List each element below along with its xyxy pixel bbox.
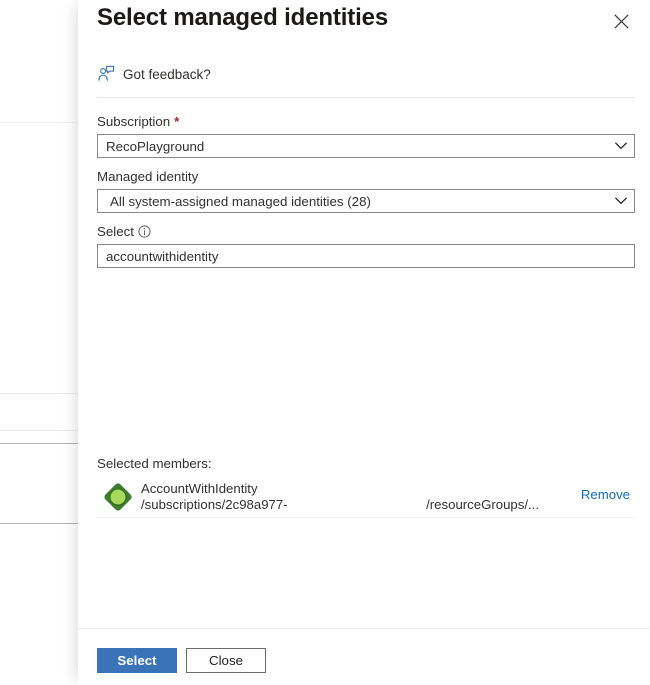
page-title: Select managed identities bbox=[97, 4, 388, 32]
panel-header: Select managed identities bbox=[78, 0, 650, 52]
background-divider bbox=[0, 122, 85, 123]
managed-identity-icon bbox=[103, 482, 133, 512]
select-label: Select bbox=[97, 223, 635, 240]
background-divider bbox=[0, 430, 85, 431]
panel-footer: Select Close bbox=[97, 648, 266, 673]
managed-identity-value: All system-assigned managed identities (… bbox=[98, 194, 608, 209]
select-input-value: accountwithidentity bbox=[98, 249, 634, 264]
managed-identity-label-text: Managed identity bbox=[97, 168, 198, 185]
required-asterisk: * bbox=[174, 113, 179, 130]
chevron-down-icon bbox=[608, 197, 634, 205]
member-name: AccountWithIdentity bbox=[141, 481, 288, 497]
remove-member-link[interactable]: Remove bbox=[581, 487, 630, 502]
managed-identity-field: Managed identity All system-assigned man… bbox=[97, 168, 635, 213]
subscription-dropdown[interactable]: RecoPlayground bbox=[97, 134, 635, 158]
got-feedback-label: Got feedback? bbox=[123, 67, 211, 82]
chevron-down-icon bbox=[608, 142, 634, 150]
subscription-label: Subscription * bbox=[97, 113, 635, 130]
selected-members-title: Selected members: bbox=[97, 455, 635, 472]
got-feedback-link[interactable]: Got feedback? bbox=[97, 65, 211, 83]
managed-identity-label: Managed identity bbox=[97, 168, 635, 185]
managed-identity-dropdown[interactable]: All system-assigned managed identities (… bbox=[97, 189, 635, 213]
cancel-button[interactable]: Close bbox=[186, 648, 266, 673]
form-area: Subscription * RecoPlayground Managed id… bbox=[97, 113, 635, 278]
select-field: Select accountwithidentity bbox=[97, 223, 635, 268]
footer-divider bbox=[78, 628, 650, 629]
list-item[interactable]: AccountWithIdentity /subscriptions/2c98a… bbox=[97, 476, 635, 518]
member-resource-path: /resourceGroups/... bbox=[426, 497, 539, 512]
background-divider bbox=[0, 393, 85, 394]
background-page bbox=[0, 0, 85, 685]
select-managed-identities-panel: Select managed identities Got feedback? … bbox=[78, 0, 650, 685]
subscription-field: Subscription * RecoPlayground bbox=[97, 113, 635, 158]
background-divider bbox=[0, 443, 85, 444]
header-divider bbox=[97, 97, 635, 98]
info-icon[interactable] bbox=[138, 225, 151, 238]
subscription-label-text: Subscription bbox=[97, 113, 170, 130]
select-button[interactable]: Select bbox=[97, 648, 177, 673]
background-divider bbox=[0, 523, 85, 524]
selected-members-section: Selected members: AccountWithIdentity /s… bbox=[97, 455, 635, 518]
member-subscription-path: /subscriptions/2c98a977- bbox=[141, 497, 288, 513]
close-icon[interactable] bbox=[606, 6, 636, 36]
member-text: AccountWithIdentity /subscriptions/2c98a… bbox=[141, 481, 288, 513]
subscription-value: RecoPlayground bbox=[98, 139, 608, 154]
person-feedback-icon bbox=[97, 65, 115, 83]
select-input[interactable]: accountwithidentity bbox=[97, 244, 635, 268]
select-label-text: Select bbox=[97, 223, 134, 240]
